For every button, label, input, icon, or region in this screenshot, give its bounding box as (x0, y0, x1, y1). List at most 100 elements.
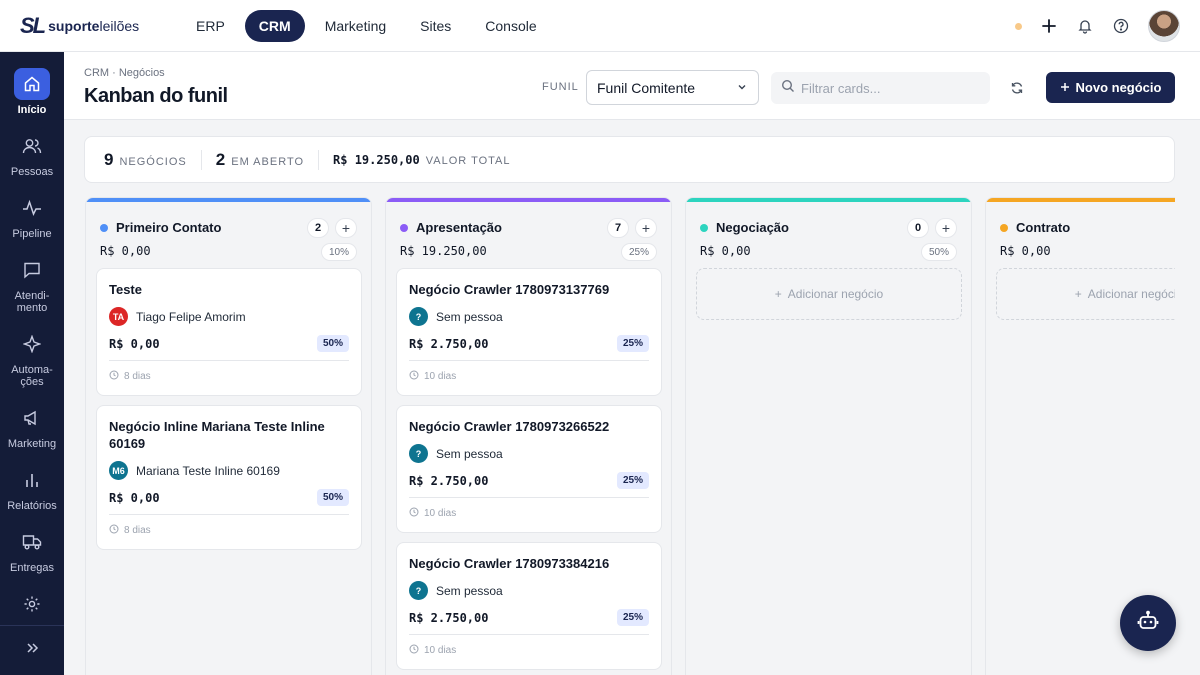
deal-value: R$ 2.750,00 (409, 336, 489, 351)
stat-open-label: EM ABERTO (231, 155, 305, 168)
sidebar-item-atendimento[interactable]: Atendi-mento (0, 254, 64, 314)
column-add-button[interactable]: + (635, 218, 657, 238)
sidebar-item-label: Marketing (7, 438, 57, 450)
column-header: Primeiro Contato 2 + R$ 0,00 10% (86, 202, 371, 270)
person-avatar: M6 (109, 461, 128, 480)
user-avatar[interactable] (1148, 10, 1180, 42)
top-actions (1015, 10, 1180, 42)
stat-open-count: 2 (215, 149, 226, 169)
probability-badge: 50% (316, 489, 349, 506)
topnav-crm[interactable]: CRM (244, 9, 305, 42)
deal-value-row: R$ 2.750,00 25% (409, 472, 649, 498)
deal-title: Negócio Crawler 1780973384216 (409, 556, 610, 571)
column-negociacao: Negociação 0 + R$ 0,00 50% + Adicionar n… (685, 197, 972, 675)
funil-select-value: Funil Comitente (597, 79, 696, 96)
deal-value-row: R$ 0,00 50% (109, 335, 349, 361)
sidebar-item-relatorios[interactable]: Relatórios (0, 464, 64, 512)
brand-logo[interactable]: SL suporteleilões (20, 13, 170, 39)
deal-age-text: 10 dias (424, 645, 457, 656)
sidebar-item-automacoes[interactable]: Automa-ções (0, 328, 64, 388)
divider (318, 149, 320, 170)
deal-age: 10 dias (409, 635, 649, 669)
deal-card[interactable]: Teste TA Tiago Felipe Amorim R$ 0,00 50%… (96, 268, 362, 396)
column-add-button[interactable]: + (935, 218, 957, 238)
column-total: R$ 19.250,00 (400, 244, 487, 258)
bar-chart-icon (14, 464, 50, 496)
new-deal-button[interactable]: Novo negócio (1046, 72, 1175, 103)
plus-icon (1060, 80, 1070, 95)
divider (200, 149, 202, 170)
deal-value: R$ 2.750,00 (409, 610, 489, 625)
sidebar-item-label: Automa-ções (11, 364, 53, 388)
card-list: Teste TA Tiago Felipe Amorim R$ 0,00 50%… (96, 268, 362, 559)
column-add-button[interactable]: + (335, 218, 357, 238)
topnav-console[interactable]: Console (471, 10, 550, 42)
help-icon[interactable] (1112, 17, 1130, 35)
column-count-badge: 2 (307, 218, 329, 238)
column-header: Negociação 0 + R$ 0,00 50% (686, 202, 971, 270)
status-dot (1015, 22, 1022, 30)
person-avatar: ? (409, 307, 428, 326)
search-box (771, 72, 990, 104)
sidebar-item-marketing[interactable]: Marketing (0, 402, 64, 450)
plus-icon[interactable] (1040, 17, 1058, 35)
truck-icon (14, 526, 50, 558)
page-title: Kanban do funil (84, 85, 228, 107)
sidebar: Início Pessoas Pipeline Atendi-mento Aut… (0, 52, 64, 675)
megaphone-icon (14, 402, 50, 434)
sidebar-item-inicio[interactable]: Início (0, 68, 64, 116)
deal-value: R$ 0,00 (109, 336, 160, 351)
sidebar-item-label: Pipeline (12, 228, 52, 240)
clock-icon (109, 370, 119, 383)
stat-open: 2 EM ABERTO (216, 150, 304, 170)
deal-age-text: 8 dias (124, 371, 151, 382)
assistant-bot-button[interactable] (1120, 595, 1176, 651)
search-input[interactable] (801, 80, 981, 96)
sparkle-icon (14, 328, 50, 360)
column-title: Primeiro Contato (116, 220, 222, 235)
add-deal-label: Adicionar negócio (787, 287, 884, 301)
breadcrumb[interactable]: CRM · Negócios (84, 67, 165, 79)
deal-card[interactable]: Negócio Crawler 1780973384216 ? Sem pess… (396, 542, 662, 670)
gear-icon (14, 588, 50, 620)
column-title: Contrato (1016, 220, 1071, 235)
deal-age: 8 dias (109, 515, 349, 549)
column-title: Apresentação (416, 220, 502, 235)
sidebar-item-label: Relatórios (7, 500, 57, 512)
topnav-marketing[interactable]: Marketing (311, 10, 400, 42)
sidebar-item-label: Início (17, 104, 47, 116)
funil-select[interactable]: Funil Comitente (586, 70, 759, 105)
deal-card[interactable]: Negócio Crawler 1780973137769 ? Sem pess… (396, 268, 662, 396)
pulse-icon (14, 192, 50, 224)
column-title: Negociação (716, 220, 789, 235)
new-deal-button-label: Novo negócio (1075, 80, 1162, 95)
sidebar-item-settings[interactable] (0, 588, 64, 624)
topnav-sites[interactable]: Sites (406, 10, 465, 42)
chat-icon (14, 254, 50, 286)
deal-card[interactable]: Negócio Crawler 1780973266522 ? Sem pess… (396, 405, 662, 533)
topnav-erp[interactable]: ERP (182, 10, 239, 42)
column-primeiro-contato: Primeiro Contato 2 + R$ 0,00 10% Teste T… (85, 197, 372, 675)
sidebar-expand-button[interactable] (0, 625, 64, 675)
clock-icon (409, 644, 419, 657)
search-icon (781, 79, 795, 98)
robot-icon (1136, 609, 1160, 638)
top-nav: ERP CRM Marketing Sites Console (182, 9, 551, 42)
page-header: CRM · Negócios Kanban do funil FUNIL Fun… (64, 52, 1200, 120)
deal-card[interactable]: Negócio Inline Mariana Teste Inline 6016… (96, 405, 362, 550)
stat-total-label: VALOR TOTAL (425, 154, 511, 167)
logo-text: suporteleilões (48, 17, 140, 34)
person-name: Tiago Felipe Amorim (136, 309, 246, 324)
refresh-icon[interactable] (1008, 79, 1026, 97)
probability-badge: 25% (616, 609, 649, 626)
clock-icon (409, 507, 419, 520)
sidebar-item-entregas[interactable]: Entregas (0, 526, 64, 574)
sidebar-item-pessoas[interactable]: Pessoas (0, 130, 64, 178)
add-deal-button[interactable]: + Adicionar negócio (996, 268, 1175, 320)
deal-title: Negócio Crawler 1780973137769 (409, 282, 610, 297)
bell-icon[interactable] (1076, 17, 1094, 35)
deal-value: R$ 2.750,00 (409, 473, 489, 488)
sidebar-item-pipeline[interactable]: Pipeline (0, 192, 64, 240)
column-dot (700, 224, 708, 232)
add-deal-button[interactable]: + Adicionar negócio (696, 268, 962, 320)
